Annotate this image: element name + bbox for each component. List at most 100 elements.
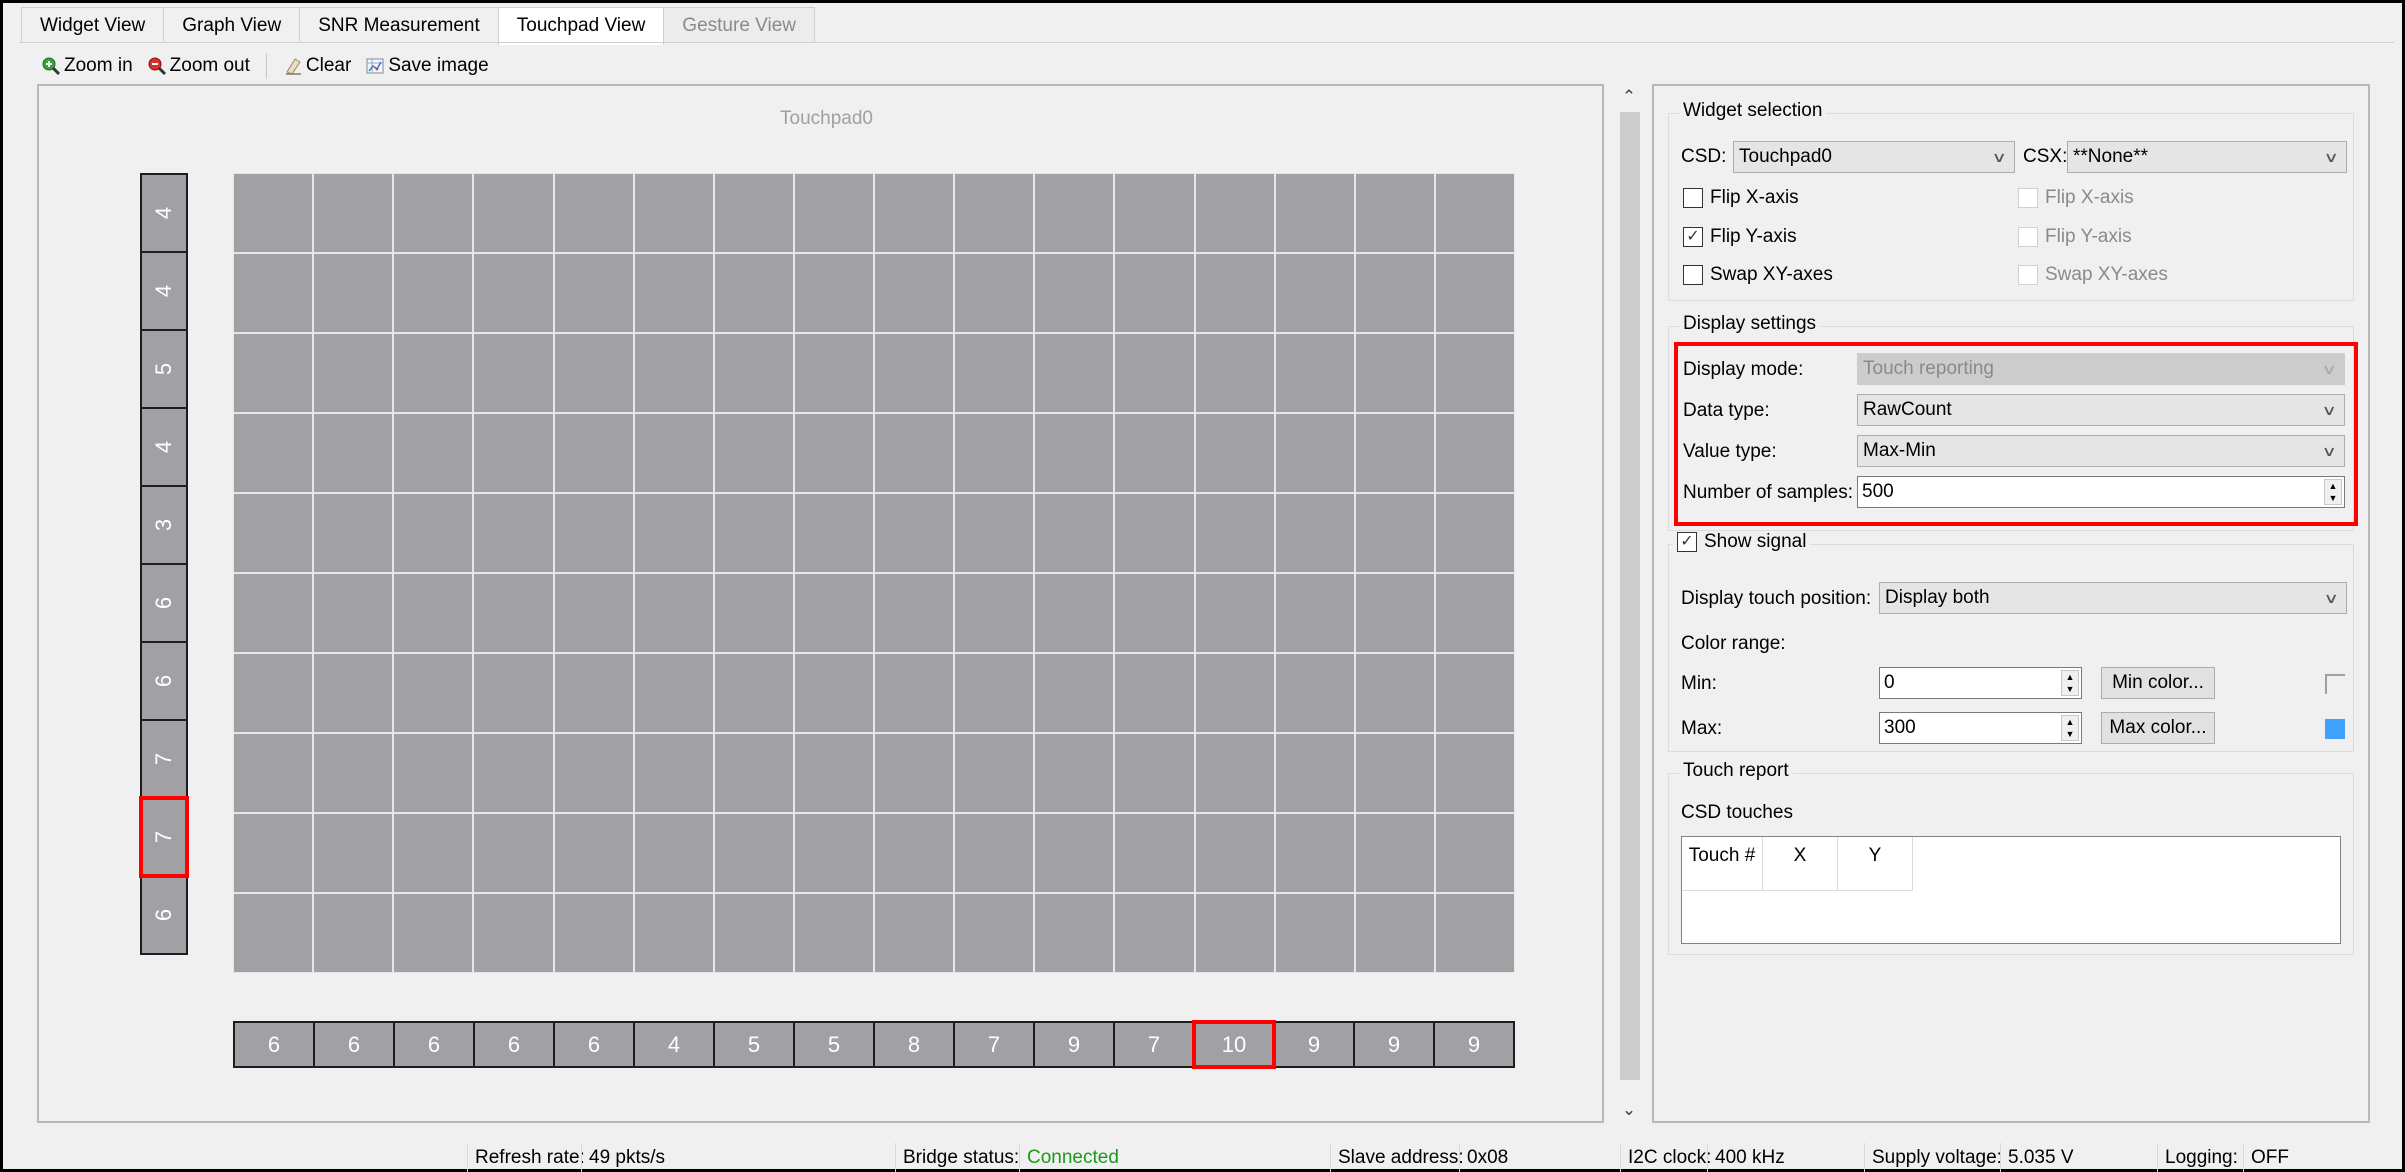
touchpad-grid-cell — [714, 654, 793, 732]
clear-button[interactable]: Clear — [283, 55, 351, 77]
zoom-in-button[interactable]: Zoom in — [41, 55, 133, 77]
touch-report-group: Touch report CSD touches Touch # X Y — [1668, 760, 2354, 955]
touchpad-grid-cell — [634, 254, 713, 332]
scrollbar-thumb[interactable] — [1620, 112, 1640, 1080]
touchpad-grid-cell — [955, 574, 1034, 652]
touchpad-grid-cell — [1035, 494, 1114, 572]
touchpad-grid-cell — [714, 254, 793, 332]
column-sensor-cell[interactable]: 5 — [793, 1021, 875, 1068]
touchpad-grid-cell — [634, 494, 713, 572]
column-sensor-cell[interactable]: 9 — [1353, 1021, 1435, 1068]
row-sensor-cell[interactable]: 6 — [140, 641, 188, 721]
csx-label: CSX: — [2023, 146, 2068, 167]
csd-flip-x-checkbox[interactable] — [1683, 188, 1703, 208]
column-sensor-cell[interactable]: 6 — [393, 1021, 475, 1068]
touchpad-grid-cell — [554, 814, 633, 892]
touchpad-grid-cell — [554, 654, 633, 732]
touchpad-grid-cell — [474, 574, 553, 652]
column-sensor-cell[interactable]: 6 — [553, 1021, 635, 1068]
touchpad-grid-cell — [474, 894, 553, 972]
spin-arrows-icon[interactable]: ▲ ▼ — [2324, 479, 2342, 505]
column-sensor-cell[interactable]: 9 — [1033, 1021, 1115, 1068]
csx-select[interactable]: **None** ∨ — [2067, 141, 2347, 173]
min-color-button[interactable]: Min color... — [2101, 667, 2215, 699]
column-sensor-cell[interactable]: 4 — [633, 1021, 715, 1068]
touchpad-grid-cell — [1275, 414, 1354, 492]
touchpad-grid-cell — [1275, 334, 1354, 412]
csd-flip-y-checkbox[interactable]: ✓ — [1683, 227, 1703, 247]
csd-flip-y-label: Flip Y-axis — [1710, 226, 1797, 247]
touchpad-grid-cell — [1355, 654, 1434, 732]
touchpad-grid-cell — [1275, 734, 1354, 812]
samples-spinbox[interactable]: 500 ▲ ▼ — [1857, 476, 2345, 508]
csd-touches-table: Touch # X Y — [1681, 836, 2341, 944]
touchpad-grid-cell — [875, 814, 954, 892]
column-sensor-cell[interactable]: 7 — [953, 1021, 1035, 1068]
csd-select[interactable]: Touchpad0 ∨ — [1733, 141, 2015, 173]
touchpad-grid-cell — [1195, 254, 1274, 332]
row-sensor-cell[interactable]: 5 — [140, 329, 188, 409]
touchpad-grid-cell — [714, 334, 793, 412]
vertical-scrollbar[interactable]: ⌃ ⌄ — [1615, 86, 1643, 1121]
touchpad-grid-cell — [794, 254, 873, 332]
row-sensor-cell[interactable]: 7 — [139, 796, 189, 878]
spin-arrows-icon[interactable]: ▲ ▼ — [2061, 715, 2079, 741]
column-sensor-cell[interactable]: 10 — [1192, 1020, 1276, 1069]
max-spinbox[interactable]: 300 ▲ ▼ — [1879, 712, 2082, 744]
tab-widget-view[interactable]: Widget View — [21, 7, 165, 43]
row-sensor-value: 7 — [151, 830, 176, 844]
column-sensor-cell[interactable]: 6 — [313, 1021, 395, 1068]
row-sensor-cell[interactable]: 4 — [140, 251, 188, 331]
touchpad-grid-cell — [1115, 414, 1194, 492]
column-sensor-cell[interactable]: 7 — [1113, 1021, 1195, 1068]
row-sensor-cell[interactable]: 4 — [140, 173, 188, 253]
csd-swap-xy-checkbox[interactable] — [1683, 265, 1703, 285]
column-sensor-cell[interactable]: 9 — [1273, 1021, 1355, 1068]
touchpad-grid-cell — [1435, 734, 1514, 812]
row-sensor-cell[interactable]: 7 — [140, 719, 188, 799]
column-sensor-cell[interactable]: 8 — [873, 1021, 955, 1068]
show-signal-checkbox[interactable]: ✓ — [1677, 532, 1697, 552]
zoom-out-button[interactable]: Zoom out — [147, 55, 250, 77]
scroll-down-arrow-icon[interactable]: ⌄ — [1615, 1099, 1643, 1121]
touchpad-grid-cell — [314, 574, 393, 652]
touchpad-grid-cell — [794, 414, 873, 492]
column-sensor-cell[interactable]: 5 — [713, 1021, 795, 1068]
min-spinbox[interactable]: 0 ▲ ▼ — [1879, 667, 2082, 699]
data-type-select[interactable]: RawCount ∨ — [1857, 394, 2345, 426]
supply-voltage-value: 5.035 V — [2000, 1143, 2074, 1172]
value-type-select[interactable]: Max-Min ∨ — [1857, 435, 2345, 467]
row-sensor-cell[interactable]: 6 — [140, 875, 188, 955]
touchpad-grid-cell — [1035, 814, 1114, 892]
touchpad-grid-cell — [714, 414, 793, 492]
save-image-button[interactable]: Save image — [365, 55, 489, 77]
scroll-up-arrow-icon[interactable]: ⌃ — [1615, 86, 1643, 108]
tab-snr-measurement[interactable]: SNR Measurement — [299, 7, 499, 43]
touchpad-grid-cell — [794, 734, 873, 812]
refresh-rate-label: Refresh rate: — [467, 1143, 585, 1172]
touchpad-grid-cell — [1115, 494, 1194, 572]
touchpad-grid-cell — [794, 654, 873, 732]
row-sensor-cell[interactable]: 6 — [140, 563, 188, 643]
tab-graph-view[interactable]: Graph View — [163, 7, 301, 43]
touchpad-grid-cell — [634, 734, 713, 812]
row-sensor-cell[interactable]: 3 — [140, 485, 188, 565]
touchpad-grid-cell — [314, 254, 393, 332]
column-sensor-cell[interactable]: 6 — [233, 1021, 315, 1068]
column-sensor-cell[interactable]: 9 — [1433, 1021, 1515, 1068]
touchpad-grid-cell — [554, 494, 633, 572]
row-sensor-value: 7 — [151, 752, 176, 766]
touch-position-select[interactable]: Display both ∨ — [1879, 582, 2347, 614]
spin-arrows-icon[interactable]: ▲ ▼ — [2061, 670, 2079, 696]
tab-touchpad-view[interactable]: Touchpad View — [497, 7, 665, 45]
row-sensor-value: 6 — [151, 908, 176, 922]
max-color-button[interactable]: Max color... — [2101, 712, 2215, 744]
touchpad-grid-cell — [234, 574, 313, 652]
touchpad-grid-cell — [1275, 574, 1354, 652]
touchpad-grid-cell — [1115, 654, 1194, 732]
column-sensor-cell[interactable]: 6 — [473, 1021, 555, 1068]
row-sensor-cell[interactable]: 4 — [140, 407, 188, 487]
zoom-out-icon — [147, 56, 167, 76]
touchpad-grid-cell — [1355, 894, 1434, 972]
touchpad-grid-cell — [1195, 494, 1274, 572]
